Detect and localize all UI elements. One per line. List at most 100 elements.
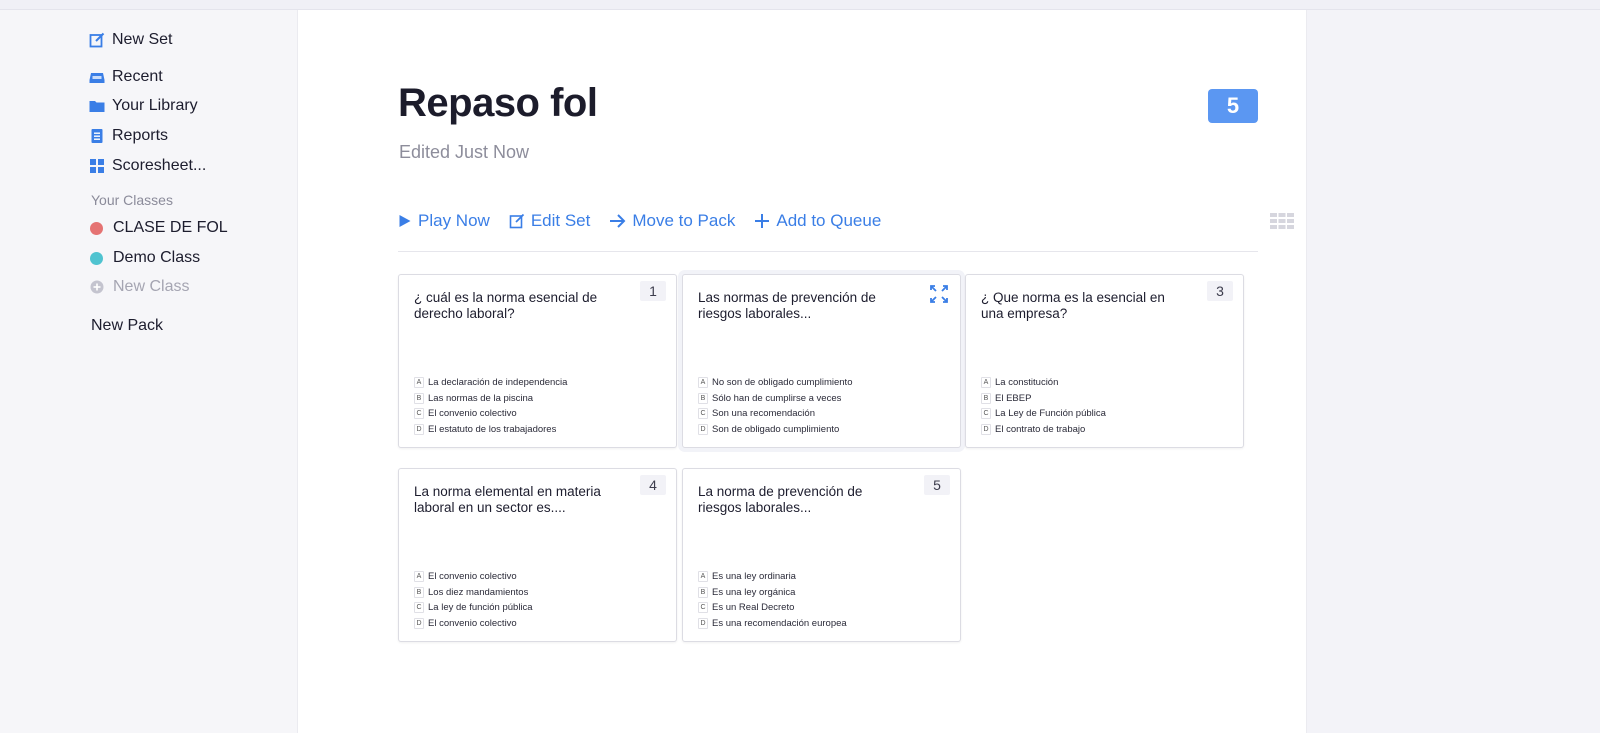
answer-text: El convenio colectivo (428, 617, 517, 629)
grid-view-icon[interactable] (1270, 213, 1294, 234)
sidebar-item-reports[interactable]: Reports (89, 124, 168, 148)
plus-circle-icon (89, 279, 105, 295)
answer-option: D El estatuto de los trabajadores (414, 422, 567, 438)
answer-option: C Son una recomendación (698, 406, 852, 422)
question-text: La norma de prevención de riesgos labora… (698, 484, 863, 515)
question-card[interactable]: Las normas de prevención de riesgos labo… (682, 274, 961, 448)
arrow-right-icon (609, 213, 626, 229)
sidebar-item-label: New Class (113, 278, 190, 295)
answer-option: B Las normas de la piscina (414, 391, 567, 407)
answer-text: El convenio colectivo (428, 408, 517, 420)
class-color-dot (90, 221, 103, 235)
page-title: Repaso fol (398, 81, 598, 125)
question-number: 3 (1207, 281, 1233, 301)
answer-option: A El convenio colectivo (414, 569, 533, 585)
sidebar-item-label: CLASE DE FOL (113, 219, 228, 236)
sidebar: New Set Recent Your Library Reports Scor… (0, 10, 297, 733)
play-icon (398, 214, 412, 228)
answer-text: No son de obligado cumplimiento (712, 377, 853, 389)
add-to-queue-button[interactable]: Add to Queue (754, 211, 881, 231)
answer-option: A La declaración de independencia (414, 375, 567, 391)
question-card[interactable]: La norma de prevención de riesgos labora… (682, 468, 961, 642)
play-now-button[interactable]: Play Now (398, 211, 490, 231)
question-number: 5 (924, 475, 950, 495)
answer-option: D El contrato de trabajo (981, 422, 1106, 438)
answer-option: C Es un Real Decreto (698, 600, 847, 616)
answer-letter: A (698, 571, 708, 583)
sidebar-item-label: New Pack (91, 317, 164, 334)
sidebar-item-class[interactable]: Demo Class (89, 246, 200, 270)
answer-text: Es una ley ordinaria (712, 571, 796, 583)
sidebar-item-scoresheet[interactable]: Scoresheet... (89, 154, 206, 178)
sidebar-item-new-set[interactable]: New Set (89, 28, 172, 52)
answer-letter: D (414, 617, 424, 629)
question-text: ¿ Que norma es la esencial en una empres… (981, 290, 1165, 321)
edit-icon (509, 213, 525, 229)
sidebar-item-label: Recent (112, 68, 163, 85)
action-label: Play Now (418, 211, 490, 230)
question-number: 1 (640, 281, 666, 301)
answer-option: C La Ley de Función pública (981, 406, 1106, 422)
answer-option: D El convenio colectivo (414, 616, 533, 632)
answer-text: El convenio colectivo (428, 571, 517, 583)
answer-text: Es un Real Decreto (712, 602, 795, 614)
sidebar-item-label: Reports (112, 127, 169, 144)
action-label: Edit Set (530, 211, 591, 230)
sidebar-item-library[interactable]: Your Library (89, 94, 198, 118)
answer-letter: C (414, 602, 424, 614)
answer-text: Es una ley orgánica (712, 586, 796, 598)
answer-list: A No son de obligado cumplimiento B Sólo h… (698, 375, 852, 437)
question-card[interactable]: ¿ cuál es la norma esencial de derecho l… (398, 274, 677, 448)
answer-option: C La ley de función pública (414, 600, 533, 616)
divider (398, 251, 1258, 252)
sidebar-item-class[interactable]: CLASE DE FOL (89, 216, 228, 240)
class-color-dot (90, 251, 103, 265)
answer-text: Son una recomendación (712, 408, 815, 420)
answer-list: A La constitución B El EBEP C La Ley de Fun… (981, 375, 1106, 437)
answer-option: B El EBEP (981, 391, 1106, 407)
answer-option: C El convenio colectivo (414, 406, 567, 422)
answer-list: A El convenio colectivo B Los diez mandami… (414, 569, 533, 631)
answer-text: Los diez mandamientos (428, 586, 529, 598)
inbox-icon (89, 69, 105, 85)
sidebar-item-label: Demo Class (113, 249, 201, 266)
edit-set-button[interactable]: Edit Set (509, 211, 591, 231)
sidebar-item-new-pack[interactable]: New Pack (91, 314, 163, 338)
action-label: Move to Pack (632, 211, 736, 230)
answer-letter: B (698, 392, 708, 404)
answer-letter: B (981, 392, 991, 404)
answer-text: El estatuto de los trabajadores (428, 423, 557, 435)
sidebar-item-new-class[interactable]: New Class (89, 275, 189, 299)
question-text: ¿ cuál es la norma esencial de derecho l… (414, 290, 598, 321)
plus-icon (754, 213, 770, 229)
answer-option: B Sólo han de cumplirse a veces (698, 391, 852, 407)
answer-text: Son de obligado cumplimiento (712, 423, 840, 435)
answer-option: D Son de obligado cumplimiento (698, 422, 852, 438)
answer-option: D Es una recomendación europea (698, 616, 847, 632)
question-card[interactable]: La norma elemental en materia laboral en… (398, 468, 677, 642)
document-icon (89, 128, 105, 144)
question-count-badge: 5 (1208, 89, 1258, 123)
action-bar: Play Now Edit Set Move to Pack Add to Qu… (398, 208, 900, 234)
answer-text: La ley de función pública (428, 602, 533, 614)
answer-letter: D (698, 617, 708, 629)
edited-status: Edited Just Now (399, 142, 530, 162)
section-label-classes: Your Classes (91, 192, 173, 208)
answer-letter: B (414, 586, 424, 598)
answer-text: La constitución (995, 377, 1059, 389)
edit-icon (89, 32, 105, 48)
answer-option: A No son de obligado cumplimiento (698, 375, 852, 391)
sidebar-item-label: New Set (112, 31, 173, 48)
sidebar-item-recent[interactable]: Recent (89, 65, 163, 89)
answer-list: A La declaración de independencia B Las no… (414, 375, 567, 437)
answer-letter: D (981, 423, 991, 435)
answer-text: El contrato de trabajo (995, 423, 1086, 435)
move-to-pack-button[interactable]: Move to Pack (609, 211, 735, 231)
set-panel: Repaso fol Edited Just Now 5 Play Now Ed… (297, 10, 1307, 733)
answer-option: B Los diez mandamientos (414, 585, 533, 601)
question-card[interactable]: ¿ Que norma es la esencial en una empres… (965, 274, 1244, 448)
answer-letter: D (698, 423, 708, 435)
expand-icon[interactable] (930, 285, 948, 308)
answer-text: Es una recomendación europea (712, 617, 847, 629)
answer-letter: D (414, 423, 424, 435)
